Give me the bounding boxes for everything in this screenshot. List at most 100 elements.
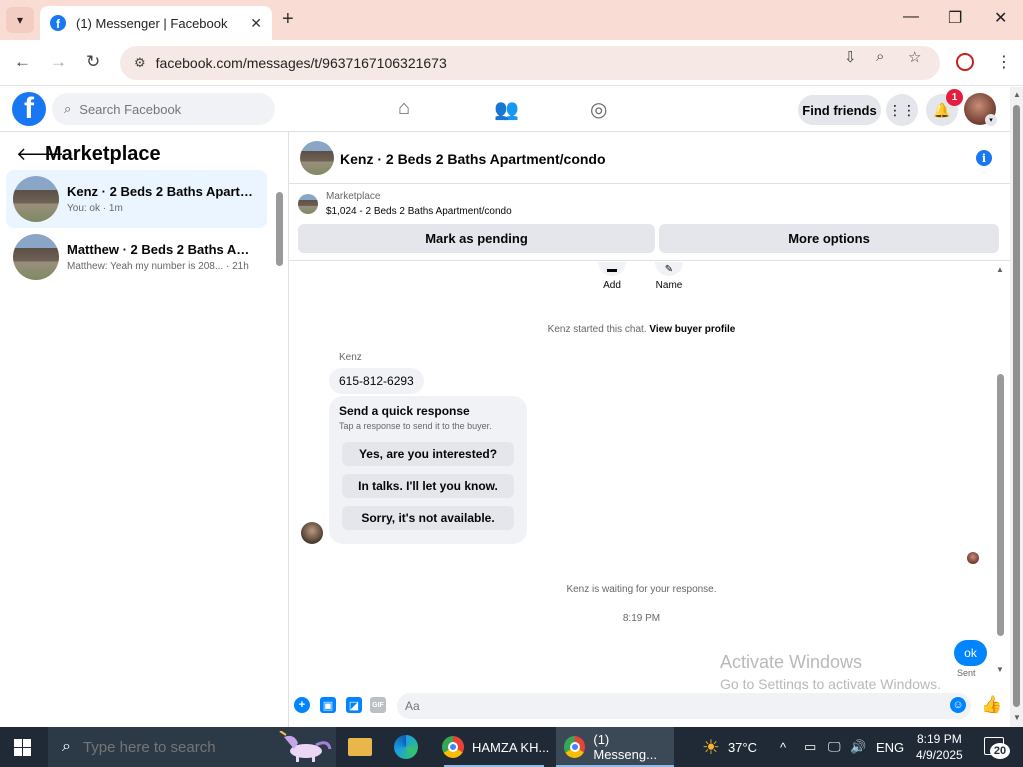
minimize-icon[interactable]: —: [903, 8, 919, 26]
marketplace-listing-bar: Marketplace $1,024 - 2 Beds 2 Baths Apar…: [289, 185, 1010, 261]
zoom-icon[interactable]: ⌕: [876, 48, 884, 65]
thread-scroll-up-icon[interactable]: ▲: [996, 265, 1004, 274]
conversation-preview: You: ok · 1m: [67, 203, 123, 214]
install-app-icon[interactable]: ⇩: [844, 48, 857, 66]
more-options-button[interactable]: More options: [659, 224, 999, 253]
action-center-count: 20: [990, 743, 1010, 759]
home-icon[interactable]: ⌂: [398, 97, 410, 120]
conversation-item-matthew[interactable]: Matthew · 2 Beds 2 Baths Apart... Matthe…: [6, 228, 267, 286]
site-info-icon[interactable]: ⚙: [134, 55, 146, 71]
conversation-preview: Matthew: Yeah my number is 208... · 21h: [67, 261, 249, 272]
tab-close-icon[interactable]: ✕: [250, 15, 262, 32]
add-action[interactable]: ▬ Add: [582, 262, 642, 291]
omnibox[interactable]: ⚙ facebook.com/messages/t/96371671063216…: [120, 46, 940, 80]
system-clock[interactable]: 8:19 PM 4/9/2025: [916, 731, 963, 763]
taskbar-app-label: HAMZA KH...: [472, 739, 550, 755]
edge-browser-icon[interactable]: [394, 727, 420, 767]
restore-icon[interactable]: ❐: [948, 8, 962, 28]
listing-source-label: Marketplace: [326, 191, 381, 202]
gif-icon[interactable]: GIF: [370, 697, 386, 713]
thread-scroll-down-icon[interactable]: ▼: [996, 665, 1004, 674]
activate-windows-watermark: Activate Windows: [720, 652, 863, 672]
conversation-info-icon[interactable]: i: [976, 150, 992, 166]
emoji-icon[interactable]: ☺: [950, 697, 966, 713]
find-friends-button[interactable]: Find friends: [798, 95, 881, 125]
browser-tab-messenger[interactable]: f (1) Messenger | Facebook ✕: [40, 6, 272, 40]
clock-time: 8:19 PM: [917, 732, 962, 746]
back-arrow-icon[interactable]: ←: [14, 52, 31, 72]
quick-response-card: Send a quick response Tap a response to …: [329, 396, 527, 544]
input-language[interactable]: ENG: [876, 727, 904, 767]
incoming-message-bubble[interactable]: 615-812-6293: [329, 368, 424, 394]
mark-as-pending-button[interactable]: Mark as pending: [298, 224, 655, 253]
taskbar-search-input[interactable]: [82, 738, 263, 756]
facebook-header: f ⌕ ⌂ 👥 ◎ Find friends ⋮⋮ 🔔 1 ▾: [0, 87, 1010, 132]
view-buyer-profile-link[interactable]: View buyer profile: [649, 324, 735, 335]
groups-icon[interactable]: ◎: [590, 97, 607, 122]
sent-status: Sent: [957, 668, 976, 678]
tray-chevron-up-icon[interactable]: ^: [780, 727, 786, 767]
conversation-item-kenz[interactable]: Kenz · 2 Beds 2 Baths Apartmen... You: o…: [6, 170, 267, 228]
listing-thumbnail-small[interactable]: [298, 194, 318, 214]
unicorn-search-highlight-icon: [279, 731, 332, 762]
reload-icon[interactable]: ↻: [86, 52, 100, 72]
conversation-list-scrollbar[interactable]: [275, 184, 283, 276]
quick-response-in-talks-button[interactable]: In talks. I'll let you know.: [342, 474, 514, 498]
window-close-icon[interactable]: ✕: [994, 8, 1007, 28]
clock-date: 4/9/2025: [916, 748, 963, 762]
facebook-favicon-icon: f: [50, 15, 66, 31]
conversation-title: Matthew · 2 Beds 2 Baths Apart...: [67, 242, 255, 257]
browser-profile-icon[interactable]: [956, 53, 974, 71]
pencil-icon[interactable]: ✎: [655, 262, 683, 276]
plus-actions-icon[interactable]: +: [294, 697, 310, 713]
url-text[interactable]: facebook.com/messages/t/9637167106321673: [156, 55, 447, 71]
conversation-list-scrollbar-thumb[interactable]: [276, 192, 283, 266]
name-action[interactable]: ✎ Name: [639, 262, 699, 291]
waiting-notice: Kenz is waiting for your response.: [566, 584, 717, 595]
tab-search-chevron-icon[interactable]: ▾: [6, 7, 34, 33]
new-tab-plus-icon[interactable]: +: [282, 8, 294, 31]
network-icon[interactable]: 🖵: [828, 727, 841, 767]
message-composer: + ▣ ◪ GIF ☺ 👍: [289, 690, 1010, 727]
account-chevron-down-icon[interactable]: ▾: [985, 114, 997, 126]
chat-listing-thumbnail[interactable]: [300, 141, 334, 175]
page-scrollbar[interactable]: ▲ ▼: [1010, 87, 1023, 727]
quick-response-yes-button[interactable]: Yes, are you interested?: [342, 442, 514, 466]
like-thumbs-up-icon[interactable]: 👍: [981, 695, 1002, 715]
add-icon[interactable]: ▬: [598, 262, 626, 276]
sticker-icon[interactable]: ◪: [346, 697, 362, 713]
windows-taskbar: ⌕ HAMZA KH... (1) Messeng... ☀ 37°C ^ ▭ …: [0, 727, 1023, 767]
weather-sun-icon: ☀: [702, 736, 720, 759]
weather-widget[interactable]: ☀ 37°C: [702, 727, 757, 767]
meet-now-icon[interactable]: ▭: [804, 727, 816, 767]
taskbar-app-chrome-hamza[interactable]: HAMZA KH...: [436, 727, 552, 767]
browser-menu-icon[interactable]: ⋮: [996, 52, 1012, 72]
facebook-logo-icon[interactable]: f: [12, 92, 46, 126]
listing-price-title[interactable]: $1,024 - 2 Beds 2 Baths Apartment/condo: [326, 206, 512, 217]
friends-icon[interactable]: 👥: [494, 97, 519, 122]
sender-avatar[interactable]: [301, 522, 323, 544]
taskbar-app-chrome-messenger[interactable]: (1) Messeng...: [556, 727, 674, 767]
chat-header: Kenz · 2 Beds 2 Baths Apartment/condo i: [289, 132, 1010, 184]
message-input[interactable]: [397, 693, 971, 719]
quick-response-not-available-button[interactable]: Sorry, it's not available.: [342, 506, 514, 530]
message-thread-scrollbar[interactable]: ▲ ▼: [996, 262, 1006, 677]
taskbar-search-icon: ⌕: [62, 738, 71, 755]
quick-response-title: Send a quick response: [339, 404, 470, 418]
message-thread-scrollbar-thumb[interactable]: [997, 374, 1004, 636]
volume-icon[interactable]: 🔊: [850, 727, 866, 767]
facebook-search-input[interactable]: [79, 101, 250, 117]
bookmark-star-icon[interactable]: ☆: [908, 48, 921, 66]
scroll-up-arrow-icon[interactable]: ▲: [1013, 90, 1021, 99]
chat-title[interactable]: Kenz · 2 Beds 2 Baths Apartment/condo: [340, 151, 606, 167]
forward-arrow-icon[interactable]: →: [50, 52, 67, 72]
scroll-down-arrow-icon[interactable]: ▼: [1013, 713, 1021, 722]
facebook-search[interactable]: ⌕: [52, 93, 275, 125]
windows-start-icon[interactable]: [14, 739, 31, 756]
photo-attach-icon[interactable]: ▣: [320, 697, 336, 713]
chat-started-notice: Kenz started this chat. View buyer profi…: [289, 324, 994, 335]
file-explorer-icon[interactable]: [348, 727, 374, 767]
menu-grid-icon[interactable]: ⋮⋮: [886, 94, 918, 126]
page-scrollbar-thumb[interactable]: [1013, 105, 1020, 707]
outgoing-message-bubble[interactable]: ok: [954, 640, 987, 666]
